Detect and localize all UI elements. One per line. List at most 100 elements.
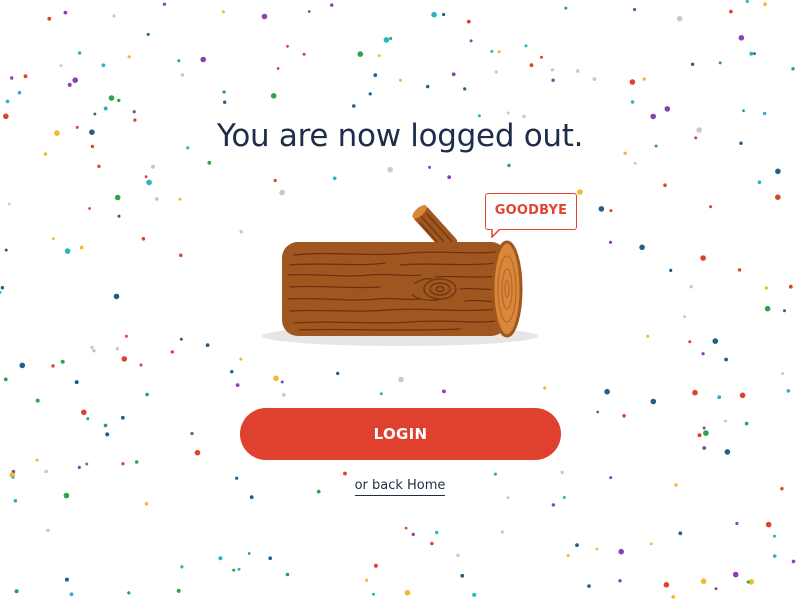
- confetti-dot: [92, 349, 96, 353]
- confetti-dot: [609, 209, 613, 213]
- confetti-dot: [404, 590, 411, 596]
- confetti-dot: [247, 552, 251, 555]
- confetti-dot: [67, 82, 72, 87]
- confetti-dot: [642, 77, 646, 81]
- confetti-dot: [285, 572, 290, 577]
- confetti-dot: [223, 100, 227, 104]
- confetti-dot: [232, 568, 236, 572]
- confetti-dot: [775, 194, 781, 200]
- confetti-dot: [279, 189, 285, 196]
- confetti-dot: [399, 78, 402, 82]
- confetti-dot: [506, 496, 510, 500]
- confetti-dot: [270, 93, 277, 99]
- confetti-dot: [249, 495, 254, 500]
- confetti-dot: [773, 534, 776, 538]
- confetti-dot: [5, 99, 10, 104]
- confetti-dot: [222, 90, 226, 94]
- confetti-dot: [343, 471, 347, 476]
- confetti-dot: [280, 380, 284, 384]
- confetti-dot: [35, 458, 39, 462]
- confetti-dot: [190, 431, 194, 436]
- confetti-dot: [431, 11, 437, 18]
- confetti-dot: [592, 77, 597, 81]
- confetti-dot: [177, 59, 181, 63]
- confetti-dot: [587, 584, 591, 588]
- confetti-dot: [14, 589, 19, 594]
- confetti-dot: [97, 164, 101, 168]
- confetti-dot: [763, 2, 767, 6]
- confetti-dot: [543, 386, 547, 390]
- confetti-dot: [352, 104, 356, 108]
- confetti-dot: [51, 237, 55, 241]
- confetti-dot: [709, 205, 713, 209]
- confetti-dot: [113, 293, 120, 300]
- confetti-dot: [194, 449, 201, 456]
- confetti-dot: [4, 248, 8, 252]
- confetti-dot: [170, 350, 174, 354]
- confetti-dot: [702, 426, 706, 430]
- confetti-dot: [539, 55, 543, 59]
- confetti-dot: [524, 44, 528, 48]
- confetti-dot: [700, 255, 706, 261]
- confetti-dot: [365, 578, 369, 582]
- confetti-dot: [451, 72, 456, 77]
- confetti-dot: [35, 398, 40, 403]
- confetti-dot: [757, 180, 762, 184]
- confetti-dot: [781, 372, 785, 376]
- confetti-dot: [447, 175, 452, 180]
- confetti-dot: [88, 207, 91, 210]
- confetti-dot: [124, 334, 128, 338]
- confetti-dot: [103, 423, 108, 428]
- confetti-dot: [205, 343, 210, 347]
- back-home-link[interactable]: or back Home: [354, 478, 446, 496]
- confetti-dot: [739, 392, 746, 399]
- confetti-dot: [19, 362, 26, 369]
- confetti-dot: [604, 388, 610, 395]
- confetti-dot: [85, 462, 89, 466]
- confetti-dot: [744, 421, 749, 426]
- confetti-dot: [762, 111, 767, 116]
- confetti-dot: [714, 587, 718, 591]
- home-link-row: or back Home: [0, 478, 800, 496]
- confetti-dot: [144, 502, 149, 506]
- confetti-dot: [622, 414, 626, 418]
- confetti-dot: [46, 528, 50, 533]
- confetti-dot: [59, 64, 63, 68]
- confetti-dot: [717, 395, 722, 400]
- confetti-dot: [618, 579, 622, 583]
- confetti-dot: [77, 51, 82, 55]
- confetti-dot: [765, 521, 772, 528]
- confetti-dot: [608, 240, 613, 244]
- confetti-dot: [690, 62, 695, 66]
- confetti-dot: [63, 492, 70, 499]
- confetti-dot: [493, 472, 497, 476]
- confetti-dot: [0, 286, 5, 290]
- confetti-dot: [618, 548, 624, 555]
- login-button[interactable]: LOGIN: [240, 408, 561, 460]
- confetti-dot: [564, 6, 568, 10]
- confetti-dot: [732, 571, 739, 578]
- confetti-dot: [90, 345, 94, 350]
- confetti-dot: [646, 334, 650, 338]
- confetti-dot: [307, 10, 311, 13]
- confetti-dot: [783, 309, 786, 313]
- confetti-dot: [551, 78, 555, 82]
- confetti-dot: [764, 286, 769, 290]
- confetti-dot: [268, 556, 273, 560]
- logout-page: You are now logged out. GOODBYE LOGIN or…: [0, 0, 800, 600]
- confetti-dot: [507, 163, 511, 168]
- confetti-dot: [10, 76, 14, 80]
- confetti-dot: [550, 68, 555, 72]
- confetti-dot: [180, 565, 184, 569]
- confetti-dot: [595, 547, 599, 551]
- confetti-dot: [742, 109, 745, 113]
- confetti-dot: [218, 556, 223, 561]
- confetti-dot: [764, 305, 771, 312]
- confetti-dot: [551, 503, 556, 507]
- confetti-dot: [273, 375, 279, 382]
- confetti-dot: [702, 446, 707, 450]
- confetti-dot: [108, 95, 115, 101]
- confetti-dot: [17, 90, 22, 95]
- confetti-dot: [0, 290, 2, 294]
- confetti-dot: [701, 352, 705, 356]
